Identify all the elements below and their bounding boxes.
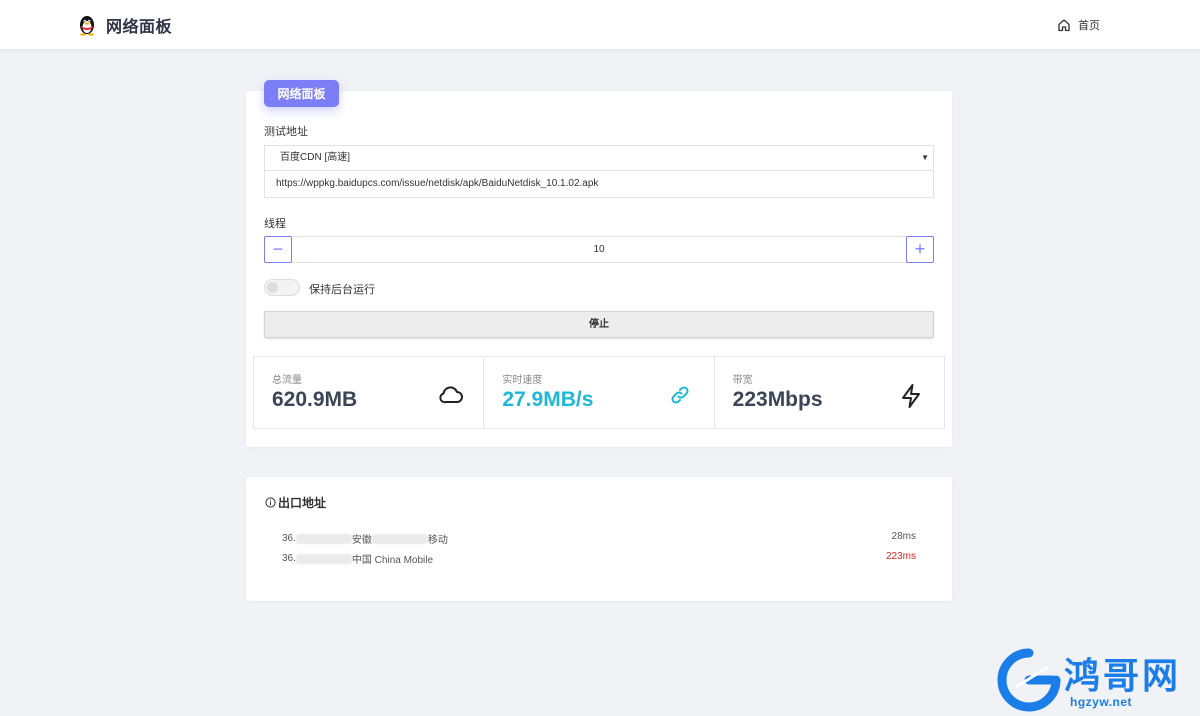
link-icon — [671, 386, 689, 404]
ip-prefix: 36. — [282, 553, 296, 564]
watermark: 鸿哥网 hgzyw.net — [996, 645, 1196, 715]
threads-input[interactable]: 10 — [295, 237, 903, 262]
dropdown-arrow-icon: ▼ — [921, 153, 929, 162]
brand[interactable]: 网络面板 — [77, 13, 172, 37]
background-run-label: 保持后台运行 — [309, 284, 375, 296]
panel-badge: 网络面板 — [264, 80, 339, 107]
egress-row: 36. 中国 China Mobile 223ms — [282, 551, 916, 566]
home-icon — [1058, 19, 1070, 32]
top-navbar: 网络面板 首页 — [0, 0, 1200, 49]
stats-row: 总流量 620.9MB 实时速度 27.9MB/s 带宽 223Mbps — [253, 356, 945, 429]
decrement-button[interactable]: − — [264, 236, 292, 263]
ip-location: 中国 China Mobile — [351, 555, 434, 566]
ip-location: 安徽 — [351, 535, 372, 546]
watermark-logo-icon — [997, 648, 1061, 712]
toggle-knob — [267, 282, 278, 293]
stat-label: 实时速度 — [502, 375, 543, 386]
latency: 223ms — [885, 551, 916, 562]
egress-row: 36. 安徽 移动 28ms — [282, 531, 916, 546]
source-select[interactable]: 百度CDN [高速] ▼ — [264, 145, 934, 171]
stat-total-traffic: 总流量 620.9MB — [254, 357, 485, 428]
redacted-ip — [295, 553, 352, 564]
stat-label: 带宽 — [732, 375, 753, 386]
redacted-text — [371, 533, 428, 544]
egress-title-text: 出口地址 — [278, 496, 327, 510]
threads-stepper: − 10 + — [264, 236, 934, 263]
increment-button[interactable]: + — [906, 236, 934, 263]
latency: 28ms — [891, 531, 916, 542]
ip-isp: 移动 — [427, 535, 448, 546]
stat-value: 27.9MB/s — [502, 388, 594, 411]
threads-label: 线程 — [264, 218, 286, 230]
stat-value: 620.9MB — [272, 388, 358, 411]
test-address-label: 测试地址 — [264, 126, 308, 138]
info-icon — [265, 497, 276, 508]
stat-value: 223Mbps — [732, 388, 823, 411]
cloud-icon — [439, 386, 463, 404]
stop-button[interactable]: 停止 — [264, 311, 934, 338]
watermark-subtext: hgzyw.net — [1070, 695, 1133, 709]
stat-bandwidth: 带宽 223Mbps — [715, 357, 944, 428]
stat-realtime-speed: 实时速度 27.9MB/s — [484, 357, 715, 428]
egress-title: 出口地址 — [265, 494, 326, 511]
nav-home-link[interactable]: 首页 — [1057, 17, 1100, 33]
background-run-toggle[interactable] — [264, 279, 300, 296]
bolt-icon — [901, 384, 920, 408]
url-input[interactable]: https://wppkg.baidupcs.com/issue/netdisk… — [264, 171, 934, 198]
ip-prefix: 36. — [282, 533, 296, 544]
penguin-logo-icon — [80, 16, 94, 36]
nav-home-label: 首页 — [1078, 20, 1100, 32]
stat-label: 总流量 — [272, 375, 302, 386]
source-select-value: 百度CDN [高速] — [280, 152, 350, 163]
redacted-ip — [295, 533, 352, 544]
watermark-text: 鸿哥网 — [1064, 655, 1182, 696]
app-title: 网络面板 — [106, 19, 173, 36]
